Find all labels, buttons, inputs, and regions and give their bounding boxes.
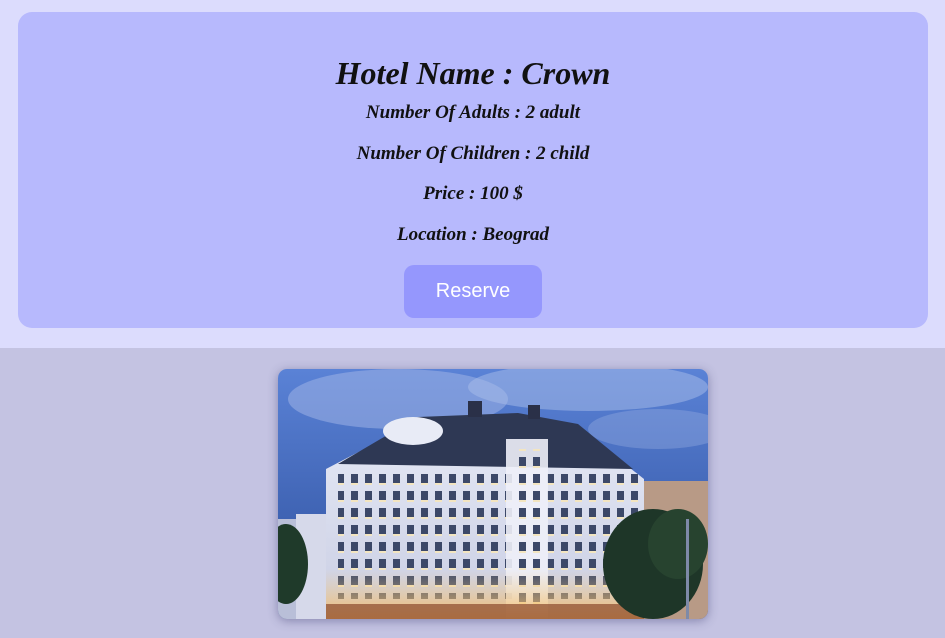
hotel-name-heading: Hotel Name : Crown (335, 55, 611, 91)
reserve-button[interactable]: Reserve (404, 265, 542, 318)
children-count: Number Of Children : 2 child (356, 143, 590, 164)
hotel-photo (278, 369, 708, 619)
adults-count: Number Of Adults : 2 adult (365, 102, 581, 123)
location-label: Location : Beograd (397, 224, 549, 245)
price-label: Price : 100 $ (423, 183, 523, 204)
hotel-info-card: Hotel Name : Crown Number Of Adults : 2 … (18, 12, 928, 328)
hotel-photo-image (278, 369, 708, 619)
